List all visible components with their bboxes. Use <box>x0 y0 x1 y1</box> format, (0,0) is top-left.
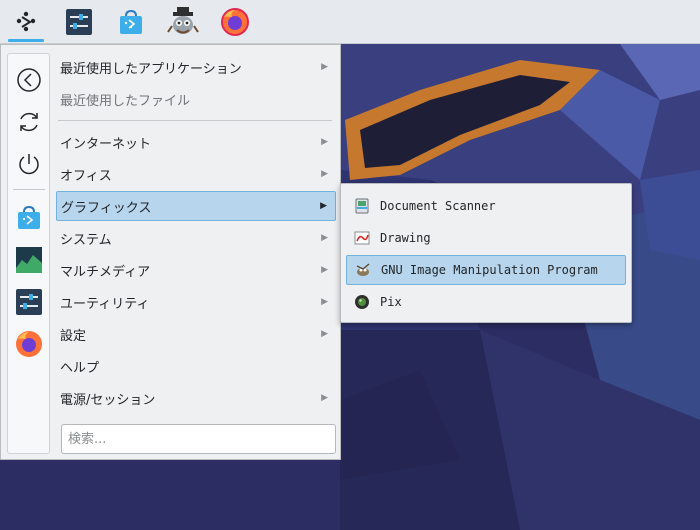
search-input[interactable] <box>61 424 336 454</box>
menu-item-help[interactable]: ヘルプ <box>56 351 336 381</box>
scanner-icon <box>354 198 370 214</box>
menu-item-utilities[interactable]: ユーティリティ ▶ <box>56 287 336 317</box>
top-panel <box>0 0 700 44</box>
discover-icon[interactable] <box>13 202 45 234</box>
menu-item-graphics[interactable]: グラフィックス ▶ <box>56 191 336 221</box>
chevron-right-icon: ▶ <box>320 201 327 211</box>
submenu-item-document-scanner[interactable]: Document Scanner <box>346 191 626 221</box>
power-icon[interactable] <box>13 148 45 180</box>
menu-item-internet[interactable]: インターネット ▶ <box>56 127 336 157</box>
favorites-sidebar <box>7 53 50 454</box>
chevron-right-icon: ▶ <box>321 393 328 403</box>
submenu-item-gimp[interactable]: GNU Image Manipulation Program <box>346 255 626 285</box>
switch-user-icon[interactable] <box>13 106 45 138</box>
application-menu: 最近使用したアプリケーション ▶ 最近使用したファイル インターネット ▶ オフィス… <box>0 44 341 460</box>
firefox-icon[interactable] <box>213 4 257 40</box>
chevron-right-icon: ▶ <box>321 297 328 307</box>
system-monitor-icon[interactable] <box>13 244 45 276</box>
submenu-item-pix[interactable]: Pix <box>346 287 626 317</box>
discover-store-icon[interactable] <box>109 4 153 40</box>
firefox-icon[interactable] <box>13 328 45 360</box>
gimp-icon <box>355 262 371 278</box>
submenu-item-drawing[interactable]: Drawing <box>346 223 626 253</box>
menu-item-system[interactable]: システム ▶ <box>56 223 336 253</box>
favorites-divider <box>13 189 45 190</box>
settings-icon[interactable] <box>13 286 45 318</box>
chevron-right-icon: ▶ <box>321 329 328 339</box>
chevron-right-icon: ▶ <box>321 233 328 243</box>
menu-item-settings[interactable]: 設定 ▶ <box>56 319 336 349</box>
system-settings-icon[interactable] <box>57 4 101 40</box>
menu-item-power-session[interactable]: 電源/セッション ▶ <box>56 383 336 413</box>
menu-item-recent-applications[interactable]: 最近使用したアプリケーション ▶ <box>56 52 336 82</box>
drawing-icon <box>354 230 370 246</box>
menu-item-office[interactable]: オフィス ▶ <box>56 159 336 189</box>
graphics-submenu: Document Scanner Drawing GNU Image Manip… <box>340 183 632 323</box>
menu-item-recent-files[interactable]: 最近使用したファイル <box>56 84 336 114</box>
application-launcher-icon[interactable] <box>4 4 48 42</box>
chevron-right-icon: ▶ <box>321 265 328 275</box>
pix-icon <box>354 294 370 310</box>
konqi-user-icon[interactable] <box>161 4 205 40</box>
chevron-right-icon: ▶ <box>321 169 328 179</box>
chevron-right-icon: ▶ <box>321 62 328 72</box>
chevron-right-icon: ▶ <box>321 137 328 147</box>
menu-divider <box>58 120 332 121</box>
menu-item-multimedia[interactable]: マルチメディア ▶ <box>56 255 336 285</box>
back-icon[interactable] <box>13 64 45 96</box>
